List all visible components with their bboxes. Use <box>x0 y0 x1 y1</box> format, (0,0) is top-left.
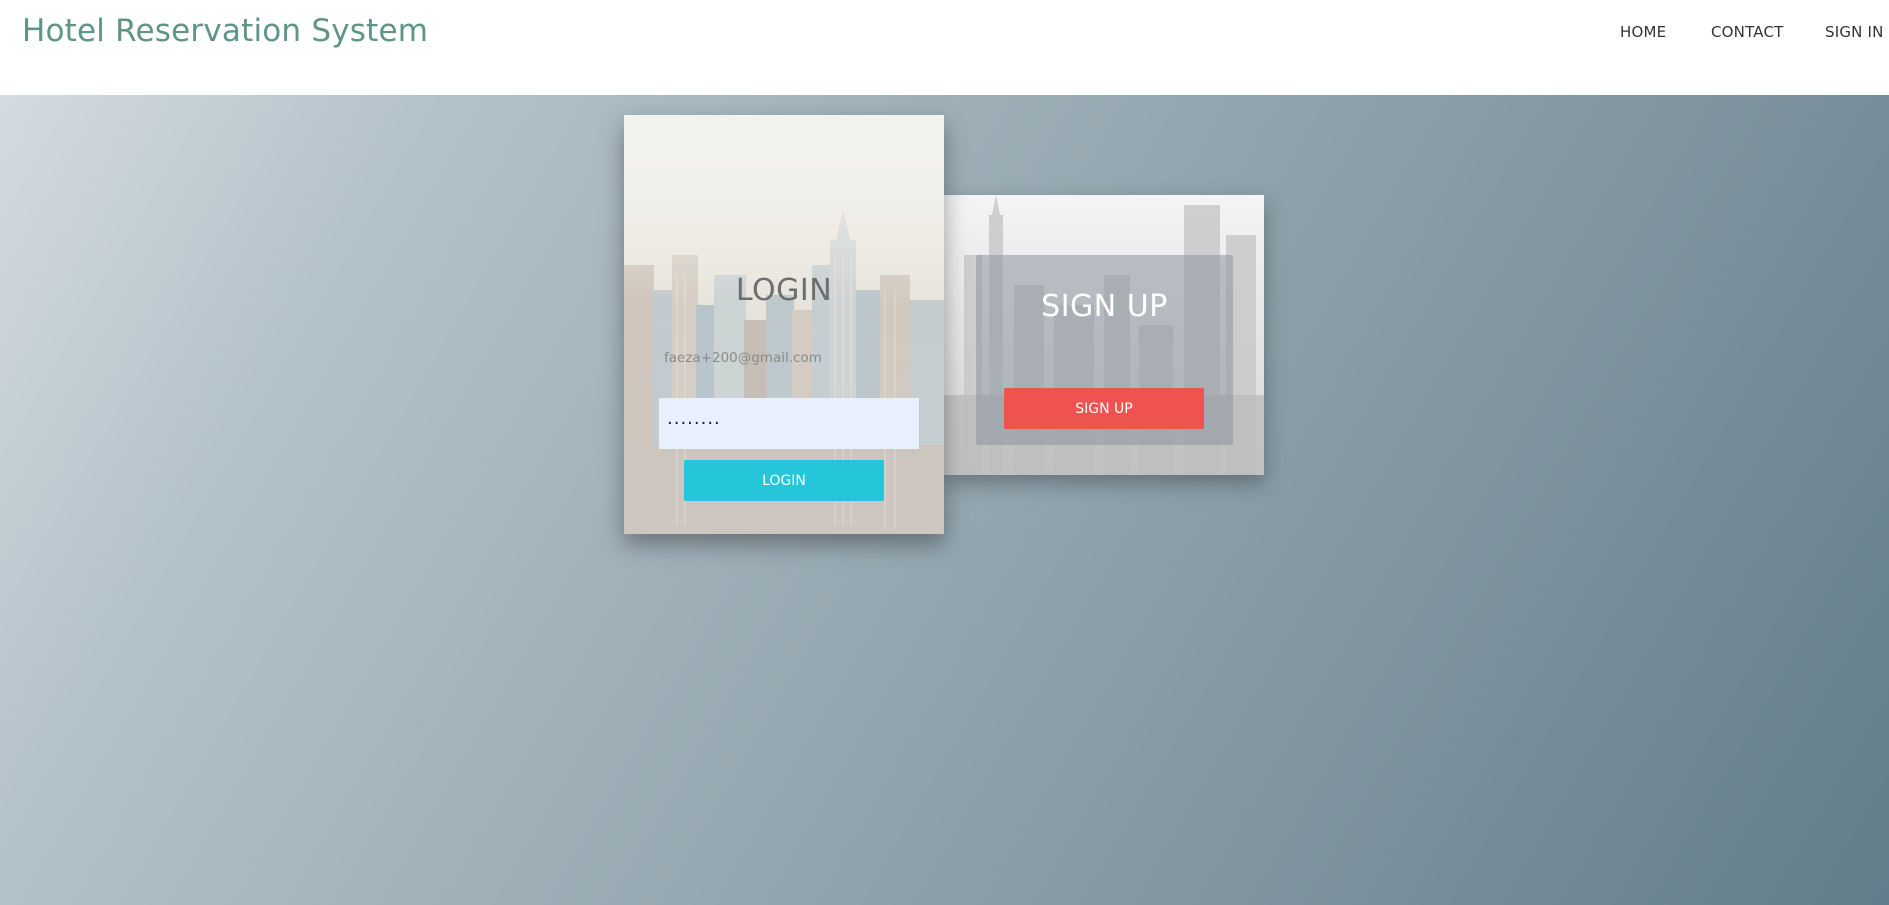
nav-contact-link[interactable]: CONTACT <box>1711 23 1784 41</box>
login-title: LOGIN <box>735 273 833 308</box>
password-field[interactable] <box>659 398 919 449</box>
login-button[interactable]: LOGIN <box>684 460 884 501</box>
email-field[interactable]: faeza+200@gmail.com <box>664 350 822 366</box>
login-card: LOGIN faeza+200@gmail.com LOGIN <box>624 115 944 534</box>
navbar: Hotel Reservation System HOME CONTACT SI… <box>0 0 1889 95</box>
signup-title: SIGN UP <box>1041 289 1168 324</box>
signup-card: SIGN UP SIGN UP <box>944 195 1264 475</box>
signup-panel: SIGN UP SIGN UP <box>976 255 1233 445</box>
signup-button[interactable]: SIGN UP <box>1004 388 1204 429</box>
nav-home-link[interactable]: HOME <box>1620 23 1666 41</box>
nav-signin-link[interactable]: SIGN IN <box>1825 23 1884 41</box>
site-title[interactable]: Hotel Reservation System <box>22 13 428 49</box>
